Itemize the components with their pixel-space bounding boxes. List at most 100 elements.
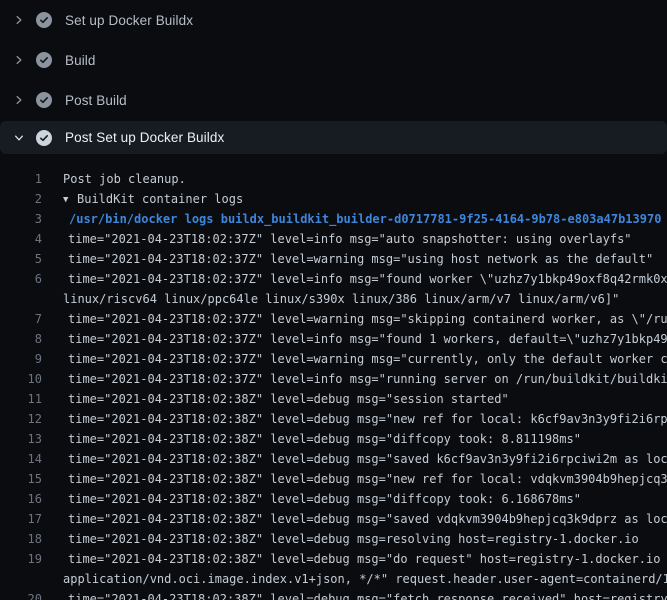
log-line-content: time="2021-04-23T18:02:38Z" level=debug … (63, 529, 639, 549)
line-number-link[interactable]: 15 (0, 469, 42, 489)
log-line-content: Post job cleanup. (63, 169, 186, 189)
log-line-content: time="2021-04-23T18:02:37Z" level=warnin… (63, 249, 653, 269)
check-circle-icon (36, 52, 52, 68)
line-number-link[interactable]: 2 (0, 189, 42, 209)
log-line: linux/riscv64 linux/ppc64le linux/s390x … (0, 289, 667, 309)
log-line: 5 time="2021-04-23T18:02:37Z" level=warn… (0, 249, 667, 269)
log-line-text: time="2021-04-23T18:02:38Z" level=debug … (63, 409, 667, 429)
log-line-content: time="2021-04-23T18:02:37Z" level=info m… (63, 329, 667, 349)
line-number-link[interactable]: 18 (0, 529, 42, 549)
log-line-content: time="2021-04-23T18:02:38Z" level=debug … (63, 489, 581, 509)
log-line-content: time="2021-04-23T18:02:38Z" level=debug … (63, 409, 667, 429)
log-line-content: /usr/bin/docker logs buildx_buildkit_bui… (63, 209, 661, 229)
log-line-content: time="2021-04-23T18:02:37Z" level=info m… (63, 369, 667, 389)
log-line-text: time="2021-04-23T18:02:38Z" level=debug … (63, 429, 581, 449)
step-label: Post Set up Docker Buildx (65, 130, 224, 145)
log-line: 11 time="2021-04-23T18:02:38Z" level=deb… (0, 389, 667, 409)
log-line: 12 time="2021-04-23T18:02:38Z" level=deb… (0, 409, 667, 429)
log-line-text: time="2021-04-23T18:02:37Z" level=info m… (63, 269, 667, 289)
log-line: 6 time="2021-04-23T18:02:37Z" level=info… (0, 269, 667, 289)
line-number-link[interactable]: 8 (0, 329, 42, 349)
log-line-content: application/vnd.oci.image.index.v1+json,… (63, 569, 667, 589)
log-line-text: time="2021-04-23T18:02:37Z" level=info m… (63, 229, 632, 249)
log-line-text: time="2021-04-23T18:02:37Z" level=warnin… (63, 249, 653, 269)
chevron-down-icon (12, 131, 26, 145)
log-line-content: time="2021-04-23T18:02:38Z" level=debug … (63, 469, 667, 489)
log-line-text: time="2021-04-23T18:02:37Z" level=info m… (63, 329, 667, 349)
chevron-right-icon (12, 13, 26, 27)
log-line: 19 time="2021-04-23T18:02:38Z" level=deb… (0, 549, 667, 569)
actions-log-viewer: Set up Docker Buildx Build Post Build Po… (0, 0, 667, 600)
step-row-post-set-up-docker-buildx[interactable]: Post Set up Docker Buildx (0, 121, 667, 154)
log-line: 14 time="2021-04-23T18:02:38Z" level=deb… (0, 449, 667, 469)
step-row-build[interactable]: Build (0, 40, 667, 80)
log-line-text: time="2021-04-23T18:02:38Z" level=debug … (63, 549, 667, 569)
line-number-link[interactable]: 6 (0, 269, 42, 289)
log-line: 7 time="2021-04-23T18:02:37Z" level=warn… (0, 309, 667, 329)
step-label: Build (65, 53, 96, 68)
log-line-content: time="2021-04-23T18:02:38Z" level=debug … (63, 429, 581, 449)
log-line-text: time="2021-04-23T18:02:37Z" level=warnin… (63, 349, 667, 369)
log-line-content: time="2021-04-23T18:02:38Z" level=debug … (63, 449, 667, 469)
log-line-content: time="2021-04-23T18:02:37Z" level=info m… (63, 269, 667, 289)
line-number-link[interactable]: 16 (0, 489, 42, 509)
log-line-content: time="2021-04-23T18:02:38Z" level=debug … (63, 389, 509, 409)
log-line-text: time="2021-04-23T18:02:38Z" level=debug … (63, 589, 667, 600)
log-line-text: time="2021-04-23T18:02:38Z" level=debug … (63, 529, 639, 549)
chevron-right-icon (12, 93, 26, 107)
line-number-link[interactable] (0, 289, 42, 309)
chevron-right-icon (12, 53, 26, 67)
line-number-link[interactable] (0, 569, 42, 589)
log-line-text: time="2021-04-23T18:02:37Z" level=info m… (63, 369, 667, 389)
log-line-content: linux/riscv64 linux/ppc64le linux/s390x … (63, 289, 619, 309)
check-circle-icon (36, 12, 52, 28)
line-number-link[interactable]: 4 (0, 229, 42, 249)
log-line: 10 time="2021-04-23T18:02:37Z" level=inf… (0, 369, 667, 389)
line-number-link[interactable]: 3 (0, 209, 42, 229)
log-line-content: time="2021-04-23T18:02:38Z" level=debug … (63, 589, 667, 600)
log-line-content: time="2021-04-23T18:02:37Z" level=warnin… (63, 309, 667, 329)
log-line-content: time="2021-04-23T18:02:37Z" level=warnin… (63, 349, 667, 369)
line-number-link[interactable]: 7 (0, 309, 42, 329)
line-number-link[interactable]: 9 (0, 349, 42, 369)
line-number-link[interactable]: 10 (0, 369, 42, 389)
check-circle-icon (36, 130, 52, 146)
group-toggle-triangle-icon[interactable]: ▼ (63, 190, 77, 210)
log-line-text: Post job cleanup. (63, 169, 186, 189)
log-line: 8 time="2021-04-23T18:02:37Z" level=info… (0, 329, 667, 349)
log-line: 2 ▼ BuildKit container logs (0, 189, 667, 209)
check-circle-icon (36, 92, 52, 108)
line-number-link[interactable]: 11 (0, 389, 42, 409)
log-line: 15 time="2021-04-23T18:02:38Z" level=deb… (0, 469, 667, 489)
log-lines: 1 Post job cleanup. 2 ▼ BuildKit contain… (0, 169, 667, 600)
log-line-text: application/vnd.oci.image.index.v1+json,… (63, 569, 667, 589)
log-line-content: time="2021-04-23T18:02:38Z" level=debug … (63, 509, 667, 529)
step-row-post-build[interactable]: Post Build (0, 80, 667, 120)
log-line: 13 time="2021-04-23T18:02:38Z" level=deb… (0, 429, 667, 449)
log-line-text: linux/riscv64 linux/ppc64le linux/s390x … (63, 289, 619, 309)
log-line: 16 time="2021-04-23T18:02:38Z" level=deb… (0, 489, 667, 509)
log-line-text: BuildKit container logs (77, 189, 243, 209)
log-line-content: time="2021-04-23T18:02:37Z" level=info m… (63, 229, 632, 249)
step-label: Post Build (65, 93, 127, 108)
log-line: 1 Post job cleanup. (0, 169, 667, 189)
log-line: 9 time="2021-04-23T18:02:37Z" level=warn… (0, 349, 667, 369)
step-label: Set up Docker Buildx (65, 13, 193, 28)
log-line-text: time="2021-04-23T18:02:38Z" level=debug … (63, 449, 667, 469)
line-number-link[interactable]: 17 (0, 509, 42, 529)
line-number-link[interactable]: 19 (0, 549, 42, 569)
line-number-link[interactable]: 20 (0, 589, 42, 600)
line-number-link[interactable]: 13 (0, 429, 42, 449)
line-number-link[interactable]: 12 (0, 409, 42, 429)
log-line-text: time="2021-04-23T18:02:37Z" level=warnin… (63, 309, 667, 329)
log-line: 17 time="2021-04-23T18:02:38Z" level=deb… (0, 509, 667, 529)
line-number-link[interactable]: 14 (0, 449, 42, 469)
log-line: 3 /usr/bin/docker logs buildx_buildkit_b… (0, 209, 667, 229)
step-row-set-up-docker-buildx[interactable]: Set up Docker Buildx (0, 0, 667, 40)
log-line-content: ▼ BuildKit container logs (63, 189, 243, 209)
log-line-text: time="2021-04-23T18:02:38Z" level=debug … (63, 489, 581, 509)
log-line-text: time="2021-04-23T18:02:38Z" level=debug … (63, 509, 667, 529)
line-number-link[interactable]: 1 (0, 169, 42, 189)
line-number-link[interactable]: 5 (0, 249, 42, 269)
log-line-text: time="2021-04-23T18:02:38Z" level=debug … (63, 389, 509, 409)
